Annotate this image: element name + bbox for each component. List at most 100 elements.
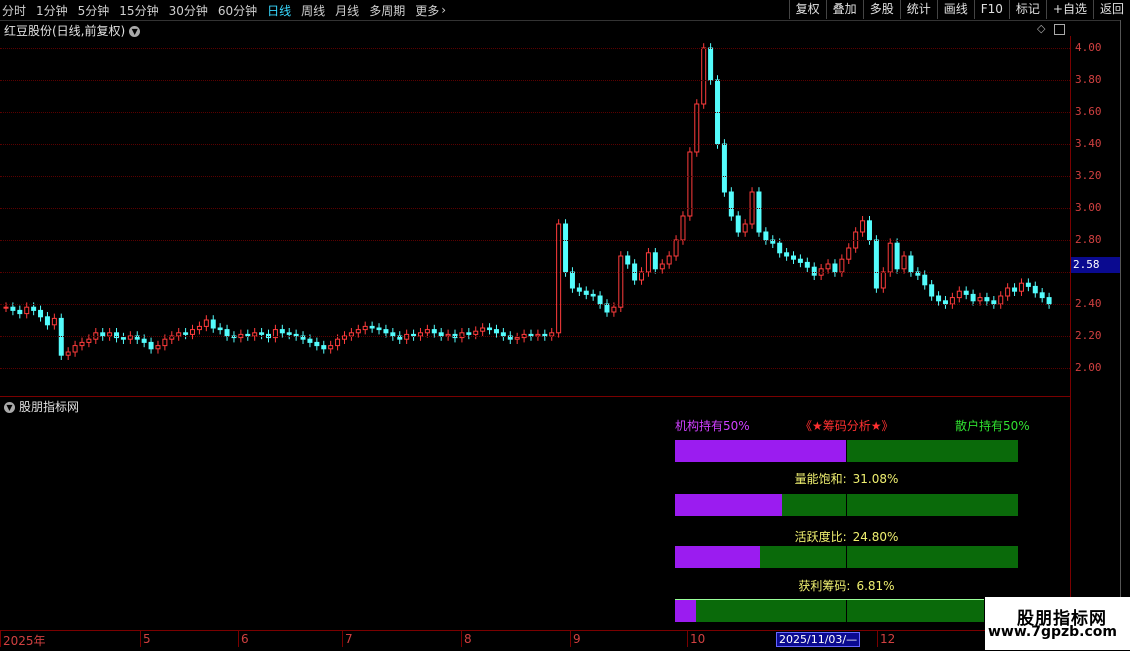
candle-body [846,247,852,260]
time-axis[interactable]: 2025/11/03/— 2025年 5 6 7 8 9 10 12 [0,630,1130,651]
toolbar-button-4[interactable]: 画线 [936,0,974,19]
candle-body [72,345,78,353]
tab-period-9[interactable]: 多周期 [369,2,405,19]
toolbar-button-7[interactable]: +自选 [1045,0,1093,19]
tab-period-4[interactable]: 30分钟 [169,2,208,19]
candle-body [196,325,202,331]
side-info-strip[interactable] [1120,20,1130,630]
current-price-badge: 2.58 [1071,257,1121,273]
candle-body [286,332,292,335]
candle-body [487,327,493,331]
panel-toggle-icon[interactable] [1054,24,1065,35]
time-label: 12 [880,632,896,646]
toolbar-button-1[interactable]: 叠加 [825,0,863,19]
candle-body [155,345,161,350]
candle-body [998,295,1004,305]
tab-period-2[interactable]: 5分钟 [78,2,110,19]
dropdown-circle-icon[interactable]: ▼ [4,402,15,413]
candle-body [597,295,603,305]
candle-body [148,341,154,350]
candle-body [431,329,437,334]
price-tick-label: 2.20 [1075,329,1102,342]
toolbar-button-6[interactable]: 标记 [1008,0,1046,19]
toolbar-button-8[interactable]: 返回 [1092,0,1130,19]
candle-body [314,341,320,347]
chip-analysis-title: 《★筹码分析★》 [800,419,894,433]
candle-body [970,293,976,302]
candle-body [307,338,313,343]
candle-body [908,255,914,273]
price-chart-area[interactable] [0,36,1071,397]
tab-period-7[interactable]: 周线 [301,2,325,19]
candle-body [17,309,23,315]
candle-body [929,284,935,297]
price-tick-label: 2.80 [1075,233,1102,246]
candle-body [369,325,375,329]
time-tick [140,631,141,647]
tab-period-10[interactable]: 更多 [415,2,439,19]
time-tick [238,631,239,647]
tab-period-6[interactable]: 日线 [267,2,291,19]
grid-line [0,304,1070,305]
candle-body [832,263,838,273]
grid-line [0,80,1070,81]
time-label: 10 [690,632,706,646]
candle-body [190,329,196,335]
time-tick [687,631,688,647]
profit-bar-fill [675,600,697,622]
candle-body [328,345,334,350]
stat-value: 24.80% [852,530,899,544]
chevron-right-icon[interactable]: › [441,3,446,17]
tab-period-1[interactable]: 1分钟 [36,2,68,19]
bar-midline [846,600,847,622]
candle-body [424,329,430,334]
candle-body [1032,285,1038,294]
tab-period-8[interactable]: 月线 [335,2,359,19]
time-tick [0,631,1,647]
candle-body [79,341,85,347]
candle-body [936,295,942,302]
candle-body [480,327,486,332]
candle-body [569,271,575,289]
toolbar-button-0[interactable]: 复权 [788,0,826,19]
candlestick-chart[interactable] [0,36,1070,396]
candle-body [735,215,741,233]
candle-body [362,325,368,331]
grid-line [0,336,1070,337]
candle-body [701,47,707,105]
price-tick-label: 2.40 [1075,297,1102,310]
candle-body [866,220,872,241]
candle-body [493,329,499,334]
candle-body [901,255,907,270]
price-tick-label: 3.20 [1075,169,1102,182]
candle-body [887,242,893,273]
candle-body [576,287,582,292]
candle-body [466,332,472,335]
candle-body [473,330,479,335]
candle-body [86,338,92,343]
stat-volume: 量能饱和: 31.08% [675,470,1018,487]
tab-period-3[interactable]: 15分钟 [119,2,158,19]
bar-midline [846,494,847,516]
toolbar-button-5[interactable]: F10 [973,0,1009,19]
diamond-icon[interactable]: ◇ [1037,22,1045,35]
toolbar-button-2[interactable]: 多股 [862,0,900,19]
price-tick-label: 3.80 [1075,73,1102,86]
candle-body [120,337,126,340]
price-tick-label: 2.00 [1075,361,1102,374]
stat-value: 6.81% [856,579,895,593]
stat-name: 获利筹码: [798,579,851,593]
candle-body [321,345,327,350]
tab-period-0[interactable]: 分时 [2,2,26,19]
candle-body [839,258,845,273]
grid-line [0,240,1070,241]
candle-body [141,338,147,343]
cursor-date: 2025/11/03/— [776,632,861,647]
indicator-title[interactable]: ▼ 股朋指标网 [4,398,79,415]
candle-body [922,274,928,286]
toolbar-button-3[interactable]: 统计 [899,0,937,19]
activity-bar-fill [675,546,761,568]
tab-period-5[interactable]: 60分钟 [218,2,257,19]
candle-body [604,303,610,313]
volume-bar-fill [675,494,782,516]
